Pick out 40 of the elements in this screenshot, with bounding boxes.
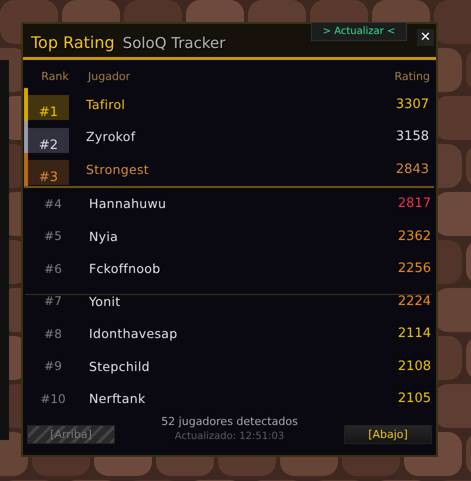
rank-number: #4	[43, 196, 63, 211]
player-name: Strongest	[86, 162, 150, 177]
close-button[interactable]: ✕	[417, 29, 434, 46]
rank-number: #9	[43, 359, 63, 374]
column-header: Rating	[394, 70, 430, 82]
rating-value: 2843	[396, 162, 429, 177]
rating-value: 2362	[398, 228, 431, 244]
rank-badge: #2	[28, 128, 69, 153]
page-down-button[interactable]: [Abajo]	[344, 425, 432, 444]
rank-number: #10	[39, 392, 67, 406]
player-name: Idonthavesap	[89, 326, 178, 342]
player-count: 52 jugadores detectados	[161, 415, 298, 428]
column-header: Jugador	[88, 70, 130, 82]
window-subtitle: SoloQ Tracker	[122, 34, 226, 52]
player-name: Yonit	[89, 294, 122, 309]
rank-badge: #1	[28, 95, 69, 120]
player-name: Nerftank	[89, 391, 146, 406]
rank-number: #7	[43, 294, 63, 308]
rating-value: 2817	[398, 196, 431, 212]
rating-value: 2108	[398, 358, 431, 374]
rank-number: #8	[43, 326, 63, 341]
rank-number: #5	[43, 229, 63, 244]
player-name: Fckoffnoob	[89, 261, 162, 276]
player-name: Hannahuwu	[89, 196, 168, 212]
player-name: Nyia	[89, 228, 120, 244]
rating-value: 2224	[398, 294, 431, 309]
player-name: Stepchild	[89, 358, 151, 374]
rating-value: 3158	[396, 129, 429, 144]
refresh-button[interactable]: > Actualizar <	[311, 22, 407, 41]
rating-value: 3307	[396, 96, 429, 112]
update-time: Actualizado: 12:51:03	[174, 431, 284, 442]
rating-value: 2105	[398, 391, 431, 406]
rating-value: 2114	[398, 326, 431, 342]
rank-number: #6	[43, 262, 63, 276]
window-title: Top Rating	[31, 33, 115, 52]
rating-value: 2256	[398, 261, 431, 276]
player-name: Zyrokof	[86, 129, 136, 144]
rank-badge: #3	[28, 160, 69, 186]
column-header: Rank	[40, 70, 70, 82]
player-name: Tafirol	[86, 96, 126, 112]
